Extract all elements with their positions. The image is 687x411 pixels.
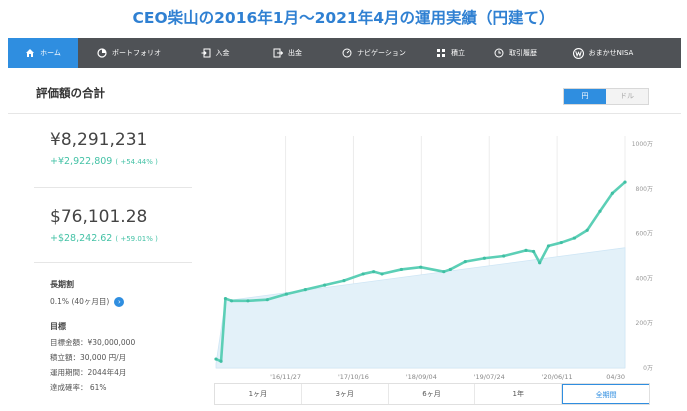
nav-navigation[interactable]: ナビゲーション [325, 38, 423, 68]
long-term-title: 長期割 [50, 280, 74, 289]
usd-gain-amount: +$28,242.62 [50, 233, 113, 244]
value-point [531, 249, 536, 254]
goal-probability: 達成確率： 61% [50, 383, 107, 392]
currency-toggle: 円 ドル [563, 88, 649, 105]
nav-deposit[interactable]: 入金 [180, 38, 250, 68]
nav-navigation-label: ナビゲーション [357, 49, 406, 57]
usd-gain: +$28,242.62 ( +59.01% ) [50, 233, 158, 244]
main-navbar: ホーム ポートフォリオ 入金 出金 ナビゲーション 積立 取引履歴 おまかせNI… [8, 38, 681, 68]
nav-deposit-label: 入金 [215, 49, 230, 57]
x-tick-label: '17/10/16 [338, 373, 369, 381]
value-point [610, 191, 614, 195]
jpy-gain-amount: +¥2,922,809 [50, 156, 113, 167]
x-tick-label: 04/30 [606, 373, 625, 381]
nav-nisa[interactable]: おまかせNISA [553, 38, 653, 68]
value-point [246, 299, 250, 303]
nav-portfolio[interactable]: ポートフォリオ [78, 38, 180, 68]
value-point [303, 288, 307, 292]
nav-portfolio-label: ポートフォリオ [112, 49, 161, 57]
period-1y-button[interactable]: 1年 [475, 384, 563, 404]
stack-icon [437, 49, 445, 57]
value-point [284, 292, 289, 296]
usd-gain-percent: ( +59.01% ) [115, 235, 158, 243]
nav-tsumitate-label: 積立 [451, 49, 465, 57]
value-point [448, 267, 452, 272]
info-arrow-icon[interactable]: › [114, 297, 125, 307]
nisa-icon [572, 47, 584, 59]
panel-title: 評価額の合計 [36, 86, 105, 100]
nav-withdraw[interactable]: 出金 [250, 38, 325, 68]
nav-history-label: 取引履歴 [509, 49, 537, 57]
value-point [623, 180, 627, 184]
value-point [214, 357, 218, 361]
period-3m-button[interactable]: 3ヶ月 [302, 384, 389, 404]
value-point [585, 228, 589, 232]
deposit-icon [201, 48, 210, 58]
value-point [538, 261, 542, 265]
value-point [380, 272, 384, 276]
x-tick-label: '19/07/24 [474, 373, 505, 381]
value-point [219, 359, 223, 363]
long-term-value: 0.1% (40ヶ月目) › [50, 296, 125, 307]
value-point [229, 299, 234, 303]
withdraw-icon [273, 48, 283, 58]
performance-chart: '16/11/27 '17/10/16 '18/09/04 '19/07/24 '20/… [214, 136, 653, 381]
period-1m-button[interactable]: 1ヶ月 [215, 384, 302, 404]
jpy-gain: +¥2,922,809 ( +54.44% ) [50, 156, 158, 167]
history-icon [494, 48, 504, 58]
x-tick-label: '18/09/04 [406, 373, 437, 381]
goal-title: 目標 [50, 322, 66, 331]
nav-history[interactable]: 取引履歴 [478, 38, 553, 68]
period-all-button[interactable]: 全期間 [562, 384, 649, 404]
value-point [524, 248, 528, 252]
goal-monthly: 積立額：30,000 円/月 [50, 353, 127, 362]
jpy-total-value: ¥8,291,231 [50, 130, 148, 150]
value-point [482, 256, 486, 260]
x-tick-label: '20/06/11 [542, 373, 573, 381]
value-point [546, 244, 551, 248]
nav-nisa-label: おまかせNISA [588, 49, 634, 57]
currency-usd-button[interactable]: ドル [606, 89, 648, 104]
goal-amount: 目標金額：¥30,000,000 [50, 338, 136, 347]
y-tick-label: 1000万 [632, 141, 653, 148]
usd-total-value: $76,101.28 [50, 207, 148, 227]
home-icon [26, 49, 35, 57]
y-tick-label: 600万 [636, 231, 653, 238]
pie-chart-icon [97, 48, 107, 58]
panel-divider [8, 113, 681, 114]
value-point [399, 267, 403, 272]
value-point [223, 296, 228, 301]
period-selector: 1ヶ月 3ヶ月 6ヶ月 1年 全期間 [214, 383, 650, 405]
value-point [572, 236, 576, 240]
summary-divider-1 [34, 187, 192, 188]
nav-tsumitate[interactable]: 積立 [423, 38, 478, 68]
value-point [342, 279, 346, 283]
y-tick-label: 800万 [636, 186, 653, 193]
value-point [559, 240, 563, 245]
value-point [598, 209, 602, 213]
currency-jpy-button[interactable]: 円 [564, 89, 606, 104]
value-point [463, 260, 467, 264]
value-point [502, 254, 506, 258]
y-tick-label: 200万 [636, 320, 653, 327]
value-point [323, 283, 327, 287]
value-point [361, 272, 365, 276]
period-6m-button[interactable]: 6ヶ月 [389, 384, 476, 404]
value-point [442, 270, 446, 274]
long-term-rate: 0.1% (40ヶ月目) [50, 297, 110, 306]
nav-home[interactable]: ホーム [8, 38, 78, 68]
nav-withdraw-label: 出金 [288, 49, 302, 57]
value-point [419, 265, 423, 269]
x-tick-label: '16/11/27 [270, 373, 301, 381]
compass-icon [342, 48, 352, 58]
y-tick-label: 0万 [643, 365, 653, 372]
nav-home-label: ホーム [40, 49, 61, 57]
value-point [372, 270, 376, 274]
value-point [265, 298, 269, 302]
summary-divider-2 [34, 262, 192, 263]
y-tick-label: 400万 [636, 275, 653, 282]
page-headline: CEO柴山の2016年1月〜2021年4月の運用実績（円建て） [132, 9, 555, 27]
jpy-gain-percent: ( +54.44% ) [115, 158, 158, 166]
goal-period: 運用期間：2044年4月 [50, 368, 127, 377]
